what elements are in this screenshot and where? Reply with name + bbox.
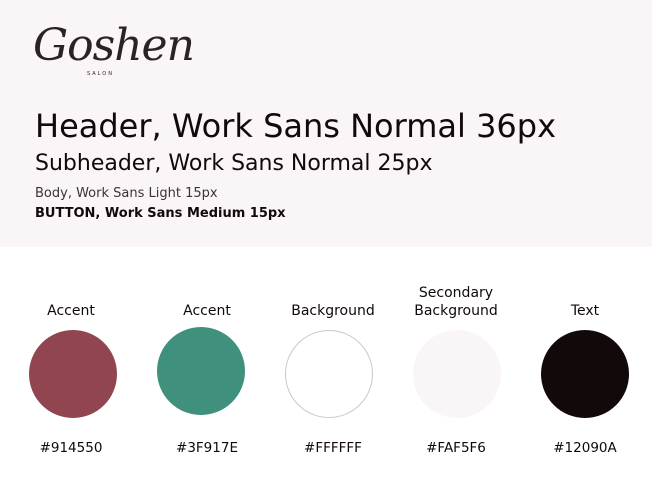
swatch-hex-value: #FAF5F6 [426,440,486,456]
swatch-label: Accent [183,303,231,319]
swatch-hex-value: #914550 [39,440,103,456]
color-circle [541,330,629,418]
swatch-text: Text #12090A [520,0,650,500]
swatch-accent-green: Accent #3F917E [142,0,272,500]
color-circle [413,330,501,418]
swatch-label: Background [291,303,375,319]
swatch-accent-red: Accent #914550 [6,0,136,500]
swatch-label-line1: Secondary [418,285,494,301]
color-circle [29,330,117,418]
color-circle [285,330,373,418]
swatch-hex-value: #3F917E [176,440,238,456]
swatch-label: Text [570,303,600,319]
swatch-hex-value: #FFFFFF [304,440,362,456]
swatch-background: Background #FFFFFF [268,0,398,500]
swatch-secondary-background: Secondary Background #FAF5F6 [391,0,521,500]
color-circle [157,327,245,415]
swatch-label: Background [414,303,498,319]
swatch-label: Accent [47,303,95,319]
swatch-hex-value: #12090A [553,440,617,456]
